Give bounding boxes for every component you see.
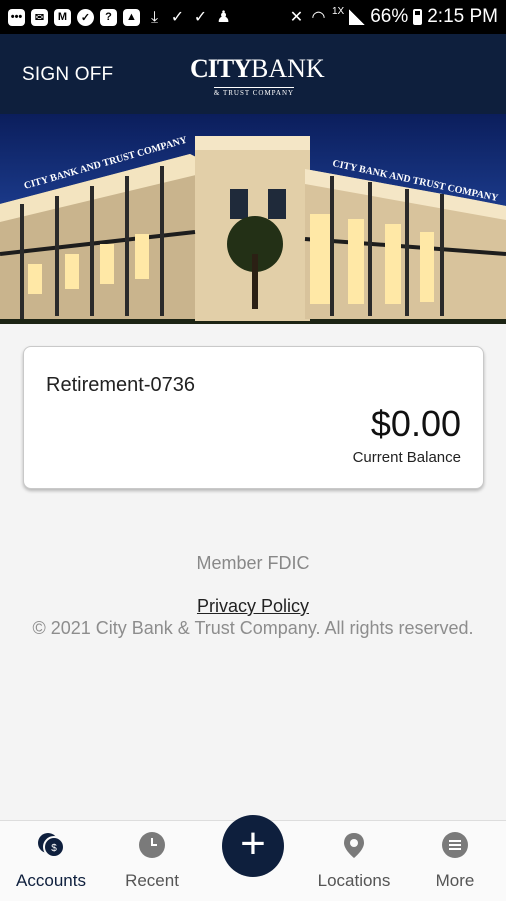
nav-locations-label: Locations — [317, 871, 391, 890]
check-mark-icon: ✓ — [170, 8, 185, 26]
chat-icon: ••• — [8, 8, 25, 26]
add-button[interactable]: + — [222, 815, 284, 877]
bank-building-illustration: CITY BANK AND TRUST COMPANY CITY BANK AN… — [0, 134, 506, 324]
person-icon: ♟ — [216, 8, 231, 26]
clock-icon — [139, 832, 165, 858]
nav-more-label: More — [435, 871, 475, 890]
check-mark-icon: ✓ — [193, 8, 208, 26]
account-card[interactable]: Retirement-0736 $0.00 Current Balance — [23, 346, 484, 489]
privacy-policy-container: Privacy Policy — [0, 596, 506, 617]
nav-accounts[interactable]: $ Accounts — [1, 821, 101, 901]
check-icon: ✓ — [77, 8, 94, 26]
app-header: SIGN OFF CITYBANK & TRUST COMPANY — [0, 34, 506, 114]
clock: 2:15 PM — [427, 6, 498, 27]
mute-icon: ✕ — [289, 8, 304, 26]
download-icon: ⤓ — [150, 8, 159, 26]
logo-bank: BANK — [251, 54, 325, 83]
image-icon: ▲ — [123, 8, 140, 26]
nav-recent[interactable]: Recent — [102, 821, 202, 901]
notification-icons: ••• ✉ M ✓ ? ▲ ⤓ ✓ ✓ ♟ — [8, 8, 232, 26]
account-name: Retirement-0736 — [46, 374, 195, 396]
wifi-icon: ◠ — [311, 8, 326, 26]
signal-icon — [349, 9, 366, 25]
nav-recent-label: Recent — [125, 871, 179, 890]
logo-subtitle: & TRUST COMPANY — [213, 87, 295, 97]
accounts-icon: $ — [38, 833, 65, 858]
signal-label: 1X — [331, 5, 345, 17]
logo-city: CITY — [190, 54, 252, 83]
help-icon: ? — [100, 8, 117, 26]
nav-locations[interactable]: Locations — [304, 821, 404, 901]
nav-accounts-label: Accounts — [16, 871, 86, 890]
sign-off-button[interactable]: SIGN OFF — [22, 64, 113, 86]
message-icon: ✉ — [31, 8, 48, 26]
battery-percent: 66% — [370, 6, 409, 27]
status-bar: ••• ✉ M ✓ ? ▲ ⤓ ✓ ✓ ♟ ✕ ◠ 1X 66% 2:15 PM — [0, 0, 506, 34]
svg-text:$: $ — [51, 843, 57, 854]
nav-more[interactable]: More — [405, 821, 505, 901]
location-pin-icon — [344, 833, 364, 858]
account-balance: $0.00 — [370, 403, 461, 444]
system-status: ✕ ◠ 1X 66% 2:15 PM — [288, 6, 498, 28]
battery-icon — [413, 9, 423, 25]
member-fdic: Member FDIC — [196, 553, 310, 573]
privacy-policy-link[interactable]: Privacy Policy — [197, 596, 309, 616]
account-balance-label: Current Balance — [352, 449, 461, 466]
copyright: © 2021 City Bank & Trust Company. All ri… — [32, 618, 474, 638]
bank-logo: CITYBANK & TRUST COMPANY — [190, 54, 325, 98]
hero-image: CITY BANK AND TRUST COMPANY CITY BANK AN… — [0, 114, 506, 324]
menu-icon — [442, 832, 468, 858]
gmail-icon: M — [54, 8, 71, 26]
